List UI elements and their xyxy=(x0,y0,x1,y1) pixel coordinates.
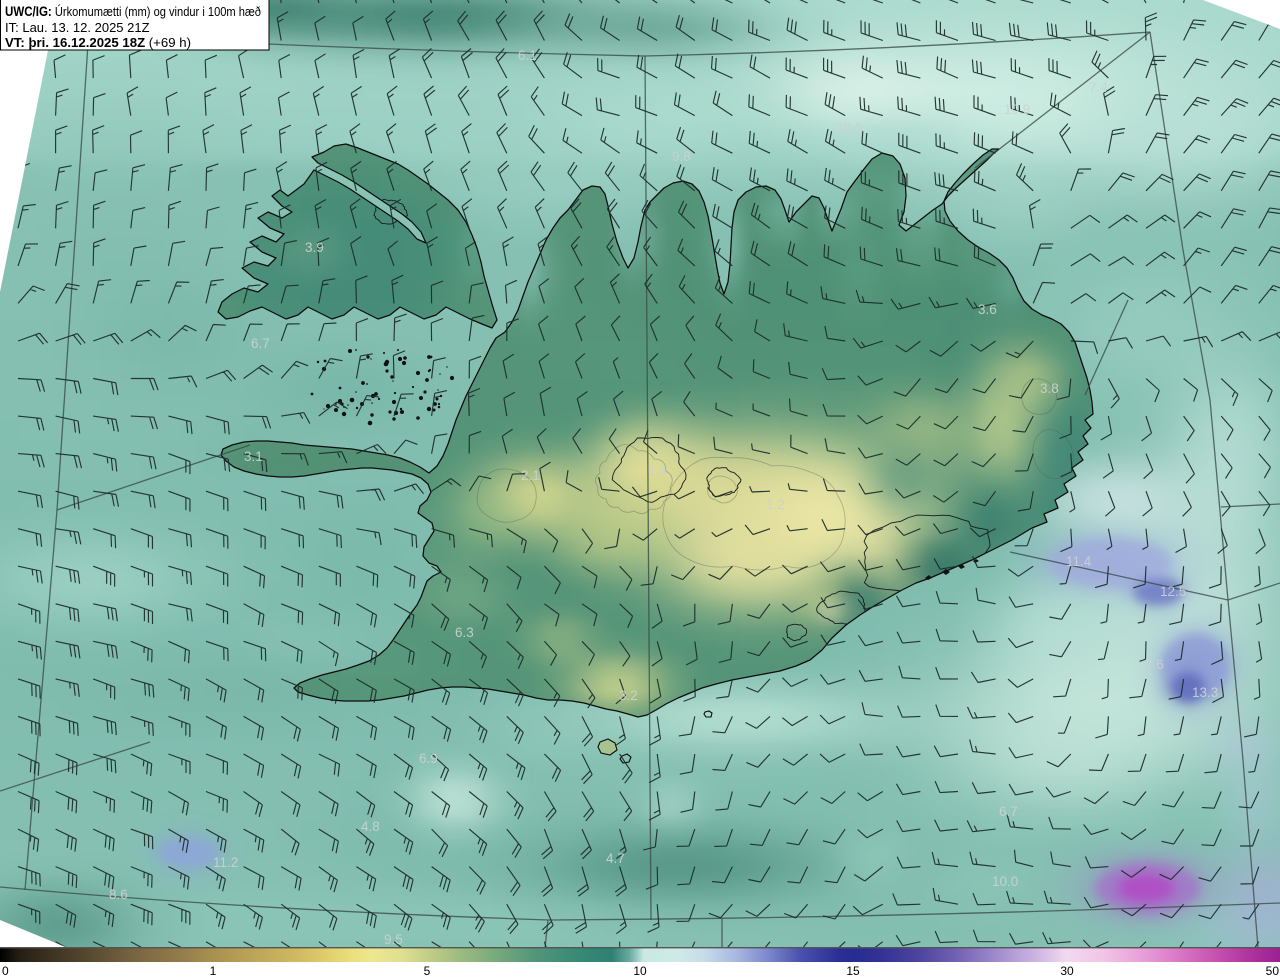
svg-text:7.4: 7.4 xyxy=(1089,80,1108,95)
svg-text:1.2: 1.2 xyxy=(766,497,785,512)
svg-text:13.3: 13.3 xyxy=(1192,685,1218,700)
svg-text:VT: þri. 16.12.2025 18Z (+69 h: VT: þri. 16.12.2025 18Z (+69 h) xyxy=(5,35,191,50)
svg-text:10.0: 10.0 xyxy=(992,874,1018,889)
svg-text:4.8: 4.8 xyxy=(361,819,380,834)
svg-text:0: 0 xyxy=(2,964,9,978)
svg-text:3.8: 3.8 xyxy=(1040,381,1059,396)
svg-text:6.1: 6.1 xyxy=(518,48,537,63)
svg-text:2.1: 2.1 xyxy=(521,468,540,483)
svg-text:UWC/IG: Úrkomumætti (mm) og vi: UWC/IG: Úrkomumætti (mm) og vindur i 100… xyxy=(5,4,261,19)
svg-text:30: 30 xyxy=(1060,964,1074,978)
svg-text:10.0: 10.0 xyxy=(836,120,862,135)
svg-text:3.6: 3.6 xyxy=(978,302,997,317)
svg-text:6.3: 6.3 xyxy=(455,625,474,640)
svg-text:1: 1 xyxy=(210,964,217,978)
svg-text:3.1: 3.1 xyxy=(244,449,263,464)
svg-text:6.9: 6.9 xyxy=(419,751,438,766)
svg-text:9.5: 9.5 xyxy=(384,932,403,947)
svg-text:3.2: 3.2 xyxy=(619,688,638,703)
svg-text:1.4: 1.4 xyxy=(648,463,667,478)
svg-text:10.9: 10.9 xyxy=(1004,102,1030,117)
svg-text:6.7: 6.7 xyxy=(251,336,270,351)
svg-text:10: 10 xyxy=(633,964,647,978)
svg-text:11.2: 11.2 xyxy=(213,855,238,870)
svg-text:15: 15 xyxy=(846,964,860,978)
svg-text:50: 50 xyxy=(1266,964,1280,978)
svg-text:12.5: 12.5 xyxy=(1160,584,1186,599)
svg-text:5: 5 xyxy=(424,964,431,978)
svg-text:7.6: 7.6 xyxy=(1145,657,1164,672)
svg-text:6.7: 6.7 xyxy=(999,804,1018,819)
svg-text:11.4: 11.4 xyxy=(1066,554,1092,569)
svg-text:9.8: 9.8 xyxy=(672,149,691,164)
svg-text:4.7: 4.7 xyxy=(606,851,625,866)
svg-text:3.9: 3.9 xyxy=(305,240,324,255)
svg-text:IT: Lau. 13. 12. 2025 21Z: IT: Lau. 13. 12. 2025 21Z xyxy=(5,20,150,35)
svg-text:8.6: 8.6 xyxy=(109,887,128,902)
